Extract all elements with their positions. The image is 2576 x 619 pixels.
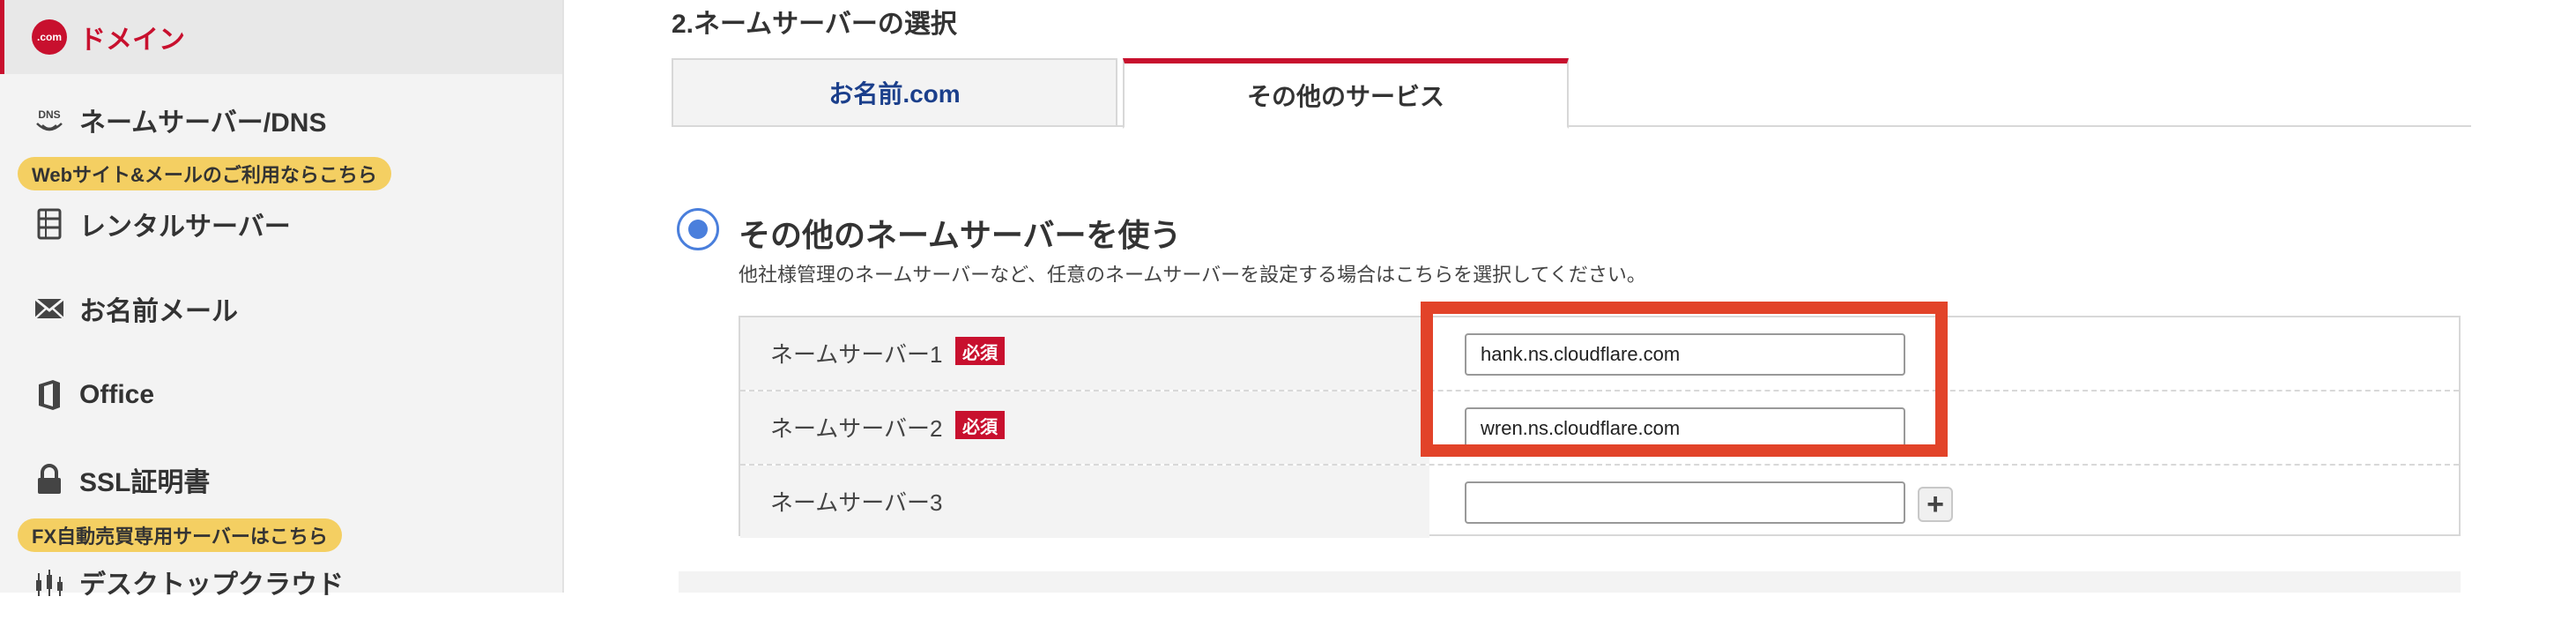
sidebar-item-ssl[interactable]: SSL証明書 xyxy=(0,443,562,517)
sidebar-item-label: ネームサーバー/DNS xyxy=(79,108,327,138)
nameserver-row-3: ネームサーバー3 + xyxy=(740,466,2459,538)
sidebar-item-label: レンタルサーバー xyxy=(79,213,291,242)
tab-other-services[interactable]: その他のサービス xyxy=(1123,58,1569,129)
nameserver-label: ネームサーバー2 xyxy=(770,415,943,442)
sidebar-item-rental-server[interactable]: レンタルサーバー xyxy=(0,187,562,261)
dns-icon: DNS xyxy=(32,102,67,138)
required-badge: 必須 xyxy=(955,411,1005,439)
nameserver-table: ネームサーバー1 必須 ネームサーバー2 必須 ネームサーバー3 + xyxy=(739,316,2461,538)
section-title: 2.ネームサーバーの選択 xyxy=(672,10,957,39)
sidebar-item-label: Office xyxy=(79,380,155,409)
sidebar-item-label: ドメイン xyxy=(79,26,185,55)
sidebar-item-label: SSL証明書 xyxy=(79,468,211,497)
sidebar-item-domain[interactable]: .com ドメイン xyxy=(0,0,562,74)
nameserver-2-input[interactable] xyxy=(1465,407,1905,450)
nameserver-label: ネームサーバー1 xyxy=(770,341,943,368)
sidebar-item-dns[interactable]: DNS ネームサーバー/DNS xyxy=(0,83,562,157)
mail-icon xyxy=(32,291,67,326)
sidebar-item-mail[interactable]: お名前メール xyxy=(0,272,562,346)
nameserver-row-1: ネームサーバー1 必須 xyxy=(740,317,2459,390)
nameserver-label: ネームサーバー3 xyxy=(770,489,943,516)
dotcom-icon: .com xyxy=(32,19,67,55)
add-nameserver-button[interactable]: + xyxy=(1918,487,1953,522)
next-section-bar xyxy=(679,571,2461,593)
sidebar: .com ドメイン DNS ネームサーバー/DNS Webサイト&メールのご利用… xyxy=(0,0,564,600)
nameserver-3-input[interactable] xyxy=(1465,481,1905,524)
tab-onamae[interactable]: お名前.com xyxy=(672,58,1117,127)
office-icon xyxy=(32,377,67,413)
server-icon xyxy=(32,206,67,242)
required-badge: 必須 xyxy=(955,337,1005,365)
svg-text:DNS: DNS xyxy=(38,108,60,121)
sidebar-item-office[interactable]: Office xyxy=(0,358,562,432)
nameserver-1-input[interactable] xyxy=(1465,333,1905,376)
other-nameserver-radio[interactable] xyxy=(677,208,719,250)
lock-icon xyxy=(32,462,67,497)
sidebar-item-label: お名前メール xyxy=(79,297,238,326)
chart-icon xyxy=(32,564,67,600)
option-description: 他社様管理のネームサーバーなど、任意のネームサーバーを設定する場合はこちらを選択… xyxy=(739,264,1646,286)
option-title: その他のネームサーバーを使う xyxy=(739,217,1182,253)
sidebar-item-label: デスクトップクラウド xyxy=(79,571,344,600)
web-mail-badge[interactable]: Webサイト&メールのご利用ならこちら xyxy=(18,157,391,190)
nameserver-row-2: ネームサーバー2 必須 xyxy=(740,392,2459,464)
sidebar-item-desktop-cloud[interactable]: デスクトップクラウド xyxy=(0,545,562,619)
